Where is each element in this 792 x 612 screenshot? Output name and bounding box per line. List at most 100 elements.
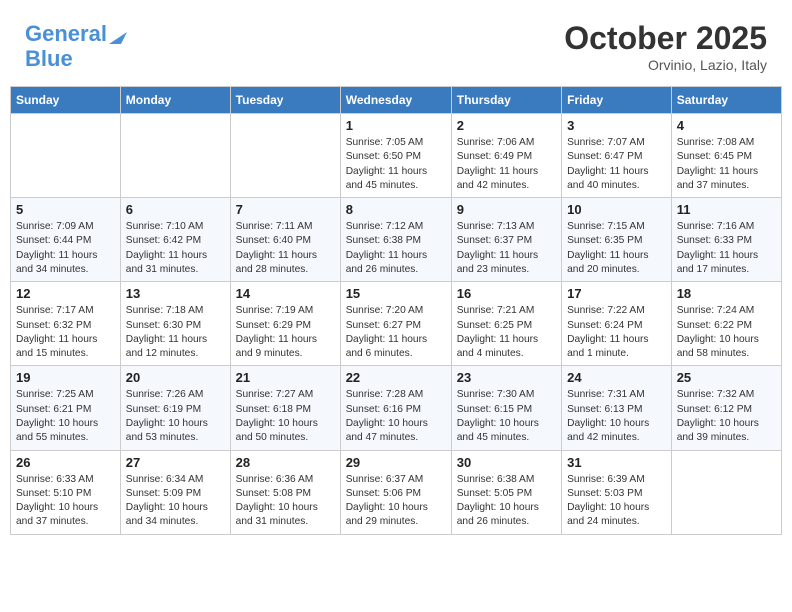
day-number: 28 bbox=[236, 455, 335, 470]
calendar-cell: 10Sunrise: 7:15 AM Sunset: 6:35 PM Dayli… bbox=[562, 198, 672, 282]
logo-text: General bbox=[25, 22, 107, 46]
day-of-week-row: SundayMondayTuesdayWednesdayThursdayFrid… bbox=[11, 87, 782, 114]
day-info: Sunrise: 7:05 AM Sunset: 6:50 PM Dayligh… bbox=[346, 136, 446, 193]
day-info: Sunrise: 7:12 AM Sunset: 6:38 PM Dayligh… bbox=[346, 220, 446, 277]
day-info: Sunrise: 7:13 AM Sunset: 6:37 PM Dayligh… bbox=[457, 220, 556, 277]
day-number: 20 bbox=[126, 370, 225, 385]
day-info: Sunrise: 7:24 AM Sunset: 6:22 PM Dayligh… bbox=[677, 304, 776, 361]
day-number: 17 bbox=[567, 286, 666, 301]
day-info: Sunrise: 7:22 AM Sunset: 6:24 PM Dayligh… bbox=[567, 304, 666, 361]
day-info: Sunrise: 6:36 AM Sunset: 5:08 PM Dayligh… bbox=[236, 473, 335, 530]
day-number: 29 bbox=[346, 455, 446, 470]
calendar-cell: 22 Sunrise: 7:28 AM Sunset: 6:16 PM Dayli… bbox=[340, 366, 451, 450]
day-number: 14 bbox=[236, 286, 335, 301]
calendar-week-4: 19 Sunrise: 7:25 AM Sunset: 6:21 PM Dayli… bbox=[11, 366, 782, 450]
calendar-table: SundayMondayTuesdayWednesdayThursdayFrid… bbox=[10, 86, 782, 535]
calendar-cell: 3 Sunrise: 7:07 AM Sunset: 6:47 PM Daylig… bbox=[562, 114, 672, 198]
day-info: Sunrise: 7:28 AM Sunset: 6:16 PM Dayligh… bbox=[346, 388, 446, 445]
day-number: 6 bbox=[126, 202, 225, 217]
calendar-cell: 9Sunrise: 7:13 AM Sunset: 6:37 PM Daylig… bbox=[451, 198, 561, 282]
day-number: 27 bbox=[126, 455, 225, 470]
calendar-cell bbox=[671, 450, 781, 534]
calendar-cell: 16 Sunrise: 7:21 AM Sunset: 6:25 PM Dayli… bbox=[451, 282, 561, 366]
day-number: 11 bbox=[677, 202, 776, 217]
day-number: 4 bbox=[677, 118, 776, 133]
month-title: October 2025 bbox=[564, 20, 767, 57]
day-number: 19 bbox=[16, 370, 115, 385]
calendar-cell: 18 Sunrise: 7:24 AM Sunset: 6:22 PM Dayli… bbox=[671, 282, 781, 366]
dow-header-monday: Monday bbox=[120, 87, 230, 114]
calendar-cell: 24Sunrise: 7:31 AM Sunset: 6:13 PM Dayli… bbox=[562, 366, 672, 450]
dow-header-wednesday: Wednesday bbox=[340, 87, 451, 114]
calendar-cell: 8 Sunrise: 7:12 AM Sunset: 6:38 PM Daylig… bbox=[340, 198, 451, 282]
calendar-cell: 25 Sunrise: 7:32 AM Sunset: 6:12 PM Dayli… bbox=[671, 366, 781, 450]
day-number: 7 bbox=[236, 202, 335, 217]
day-info: Sunrise: 7:20 AM Sunset: 6:27 PM Dayligh… bbox=[346, 304, 446, 361]
day-info: Sunrise: 7:31 AM Sunset: 6:13 PM Dayligh… bbox=[567, 388, 666, 445]
day-info: Sunrise: 7:06 AM Sunset: 6:49 PM Dayligh… bbox=[457, 136, 556, 193]
day-info: Sunrise: 7:25 AM Sunset: 6:21 PM Dayligh… bbox=[16, 388, 115, 445]
calendar-cell: 14 Sunrise: 7:19 AM Sunset: 6:29 PM Dayli… bbox=[230, 282, 340, 366]
calendar-cell: 26Sunrise: 6:33 AM Sunset: 5:10 PM Dayli… bbox=[11, 450, 121, 534]
day-info: Sunrise: 7:11 AM Sunset: 6:40 PM Dayligh… bbox=[236, 220, 335, 277]
day-info: Sunrise: 7:10 AM Sunset: 6:42 PM Dayligh… bbox=[126, 220, 225, 277]
calendar-cell: 2 Sunrise: 7:06 AM Sunset: 6:49 PM Daylig… bbox=[451, 114, 561, 198]
day-number: 21 bbox=[236, 370, 335, 385]
calendar-cell: 21Sunrise: 7:27 AM Sunset: 6:18 PM Dayli… bbox=[230, 366, 340, 450]
day-info: Sunrise: 7:21 AM Sunset: 6:25 PM Dayligh… bbox=[457, 304, 556, 361]
day-number: 30 bbox=[457, 455, 556, 470]
calendar-cell: 20 Sunrise: 7:26 AM Sunset: 6:19 PM Dayli… bbox=[120, 366, 230, 450]
logo-bird-icon bbox=[109, 24, 127, 44]
page-header: General Blue October 2025 Orvinio, Lazio… bbox=[10, 10, 782, 78]
dow-header-saturday: Saturday bbox=[671, 87, 781, 114]
logo-blue-text: Blue bbox=[25, 47, 73, 71]
calendar-cell bbox=[120, 114, 230, 198]
day-info: Sunrise: 7:32 AM Sunset: 6:12 PM Dayligh… bbox=[677, 388, 776, 445]
calendar-cell: 17 Sunrise: 7:22 AM Sunset: 6:24 PM Dayli… bbox=[562, 282, 672, 366]
calendar-cell: 12 Sunrise: 7:17 AM Sunset: 6:32 PM Dayli… bbox=[11, 282, 121, 366]
location-subtitle: Orvinio, Lazio, Italy bbox=[564, 57, 767, 73]
day-number: 12 bbox=[16, 286, 115, 301]
day-info: Sunrise: 6:37 AM Sunset: 5:06 PM Dayligh… bbox=[346, 473, 446, 530]
day-number: 13 bbox=[126, 286, 225, 301]
calendar-cell: 4 Sunrise: 7:08 AM Sunset: 6:45 PM Daylig… bbox=[671, 114, 781, 198]
day-number: 22 bbox=[346, 370, 446, 385]
day-number: 3 bbox=[567, 118, 666, 133]
calendar-week-1: 1Sunrise: 7:05 AM Sunset: 6:50 PM Daylig… bbox=[11, 114, 782, 198]
title-block: October 2025 Orvinio, Lazio, Italy bbox=[564, 20, 767, 73]
day-number: 15 bbox=[346, 286, 446, 301]
day-info: Sunrise: 6:39 AM Sunset: 5:03 PM Dayligh… bbox=[567, 473, 666, 530]
calendar-cell: 31Sunrise: 6:39 AM Sunset: 5:03 PM Dayli… bbox=[562, 450, 672, 534]
dow-header-friday: Friday bbox=[562, 87, 672, 114]
calendar-cell: 5Sunrise: 7:09 AM Sunset: 6:44 PM Daylig… bbox=[11, 198, 121, 282]
day-number: 10 bbox=[567, 202, 666, 217]
day-info: Sunrise: 7:26 AM Sunset: 6:19 PM Dayligh… bbox=[126, 388, 225, 445]
day-info: Sunrise: 6:33 AM Sunset: 5:10 PM Dayligh… bbox=[16, 473, 115, 530]
calendar-cell: 15 Sunrise: 7:20 AM Sunset: 6:27 PM Dayli… bbox=[340, 282, 451, 366]
calendar-week-5: 26Sunrise: 6:33 AM Sunset: 5:10 PM Dayli… bbox=[11, 450, 782, 534]
day-info: Sunrise: 6:34 AM Sunset: 5:09 PM Dayligh… bbox=[126, 473, 225, 530]
calendar-cell: 7 Sunrise: 7:11 AM Sunset: 6:40 PM Daylig… bbox=[230, 198, 340, 282]
calendar-cell: 30 Sunrise: 6:38 AM Sunset: 5:05 PM Dayli… bbox=[451, 450, 561, 534]
day-info: Sunrise: 7:18 AM Sunset: 6:30 PM Dayligh… bbox=[126, 304, 225, 361]
day-number: 18 bbox=[677, 286, 776, 301]
day-number: 25 bbox=[677, 370, 776, 385]
day-info: Sunrise: 7:08 AM Sunset: 6:45 PM Dayligh… bbox=[677, 136, 776, 193]
day-info: Sunrise: 7:07 AM Sunset: 6:47 PM Dayligh… bbox=[567, 136, 666, 193]
calendar-cell: 19 Sunrise: 7:25 AM Sunset: 6:21 PM Dayli… bbox=[11, 366, 121, 450]
calendar-cell: 23Sunrise: 7:30 AM Sunset: 6:15 PM Dayli… bbox=[451, 366, 561, 450]
calendar-cell: 1Sunrise: 7:05 AM Sunset: 6:50 PM Daylig… bbox=[340, 114, 451, 198]
day-info: Sunrise: 7:16 AM Sunset: 6:33 PM Dayligh… bbox=[677, 220, 776, 277]
day-info: Sunrise: 7:19 AM Sunset: 6:29 PM Dayligh… bbox=[236, 304, 335, 361]
day-number: 8 bbox=[346, 202, 446, 217]
day-info: Sunrise: 6:38 AM Sunset: 5:05 PM Dayligh… bbox=[457, 473, 556, 530]
day-number: 2 bbox=[457, 118, 556, 133]
dow-header-thursday: Thursday bbox=[451, 87, 561, 114]
calendar-cell: 28 Sunrise: 6:36 AM Sunset: 5:08 PM Dayli… bbox=[230, 450, 340, 534]
dow-header-tuesday: Tuesday bbox=[230, 87, 340, 114]
day-number: 16 bbox=[457, 286, 556, 301]
calendar-cell: 6 Sunrise: 7:10 AM Sunset: 6:42 PM Daylig… bbox=[120, 198, 230, 282]
day-info: Sunrise: 7:17 AM Sunset: 6:32 PM Dayligh… bbox=[16, 304, 115, 361]
day-number: 5 bbox=[16, 202, 115, 217]
logo: General Blue bbox=[25, 22, 127, 70]
